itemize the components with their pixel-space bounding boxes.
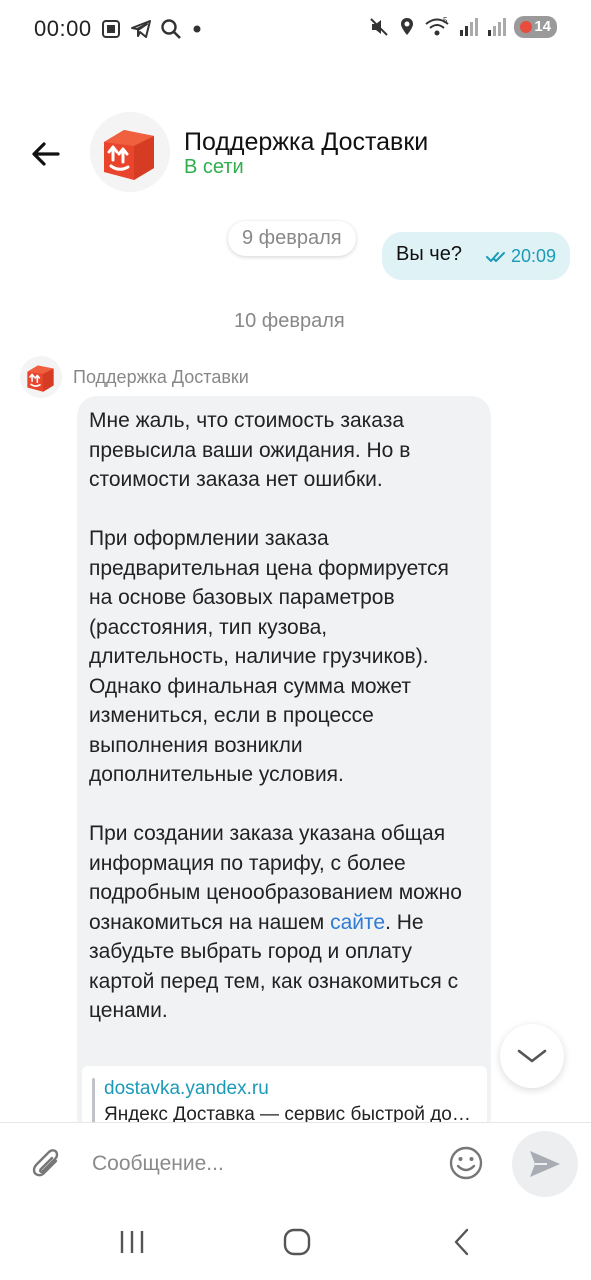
signal-2-icon: [488, 18, 507, 36]
mute-icon: [370, 18, 389, 36]
message-input[interactable]: [92, 1147, 432, 1181]
status-left-icons: [100, 18, 204, 40]
outgoing-message[interactable]: Вы че? 20:09: [382, 232, 570, 280]
chevron-left-icon: [454, 1228, 469, 1256]
recent-apps-button[interactable]: [112, 1224, 152, 1260]
screenshot-icon: [102, 20, 120, 38]
status-time: 00:00: [34, 16, 92, 41]
battery-indicator: 14: [514, 16, 557, 38]
message-text: Вы че?: [396, 243, 462, 265]
message-paragraph: При создании заказа указана общая информ…: [89, 819, 469, 1026]
battery-level: 14: [534, 18, 551, 35]
signal-1-icon: [460, 18, 479, 36]
message-composer: [0, 1122, 591, 1204]
scroll-to-bottom-button[interactable]: [500, 1024, 564, 1088]
message-meta: 20:09: [485, 246, 556, 267]
recents-icon: [120, 1231, 144, 1253]
online-status: В сети: [184, 156, 244, 178]
system-back-button[interactable]: [442, 1224, 482, 1260]
system-nav-bar: [0, 1204, 591, 1280]
status-right-icons: 5 14: [368, 16, 557, 38]
sender-avatar[interactable]: [20, 356, 62, 398]
date-separator: 9 февраля: [228, 221, 356, 256]
send-icon: [530, 1151, 560, 1177]
network-label: 5: [443, 16, 448, 25]
date-separator: 10 февраля: [234, 310, 345, 332]
emoji-button[interactable]: [446, 1143, 486, 1183]
site-link[interactable]: сайте: [330, 911, 385, 934]
search-status-icon: [161, 19, 181, 39]
sender-name: Поддержка Доставки: [73, 367, 249, 387]
chevron-down-icon: [517, 1049, 547, 1063]
battery-charging-icon: [520, 21, 533, 33]
arrow-left-icon: [32, 142, 60, 166]
preview-url[interactable]: dostavka.yandex.ru: [104, 1078, 269, 1100]
delivery-box-logo: [20, 356, 62, 398]
telegram-icon: [131, 20, 151, 38]
message-body: Мне жаль, что стоимость заказа превысила…: [89, 406, 469, 1055]
status-bar: 00:00 5 14: [0, 0, 591, 60]
incoming-message[interactable]: Мне жаль, что стоимость заказа превысила…: [77, 396, 491, 1136]
smiley-icon: [449, 1146, 483, 1180]
message-paragraph: Мне жаль, что стоимость заказа превысила…: [89, 409, 411, 491]
delivery-box-logo: [90, 112, 170, 192]
home-button[interactable]: [277, 1224, 317, 1260]
wifi-icon: 5: [425, 16, 449, 36]
double-check-icon: [485, 251, 505, 262]
chat-header: Поддержка Доставки В сети: [0, 100, 591, 200]
preview-accent-bar: [92, 1078, 95, 1128]
contact-avatar[interactable]: [90, 112, 170, 192]
send-button[interactable]: [512, 1131, 578, 1197]
dot-icon: [193, 25, 201, 33]
message-time: 20:09: [510, 246, 556, 266]
back-button[interactable]: [26, 134, 66, 174]
location-icon: [401, 18, 414, 35]
chat-title: Поддержка Доставки: [184, 128, 429, 156]
message-paragraph: При оформлении заказа предварительная це…: [89, 527, 449, 786]
home-icon: [283, 1228, 311, 1256]
attach-button[interactable]: [28, 1145, 66, 1183]
paperclip-icon: [32, 1149, 59, 1177]
